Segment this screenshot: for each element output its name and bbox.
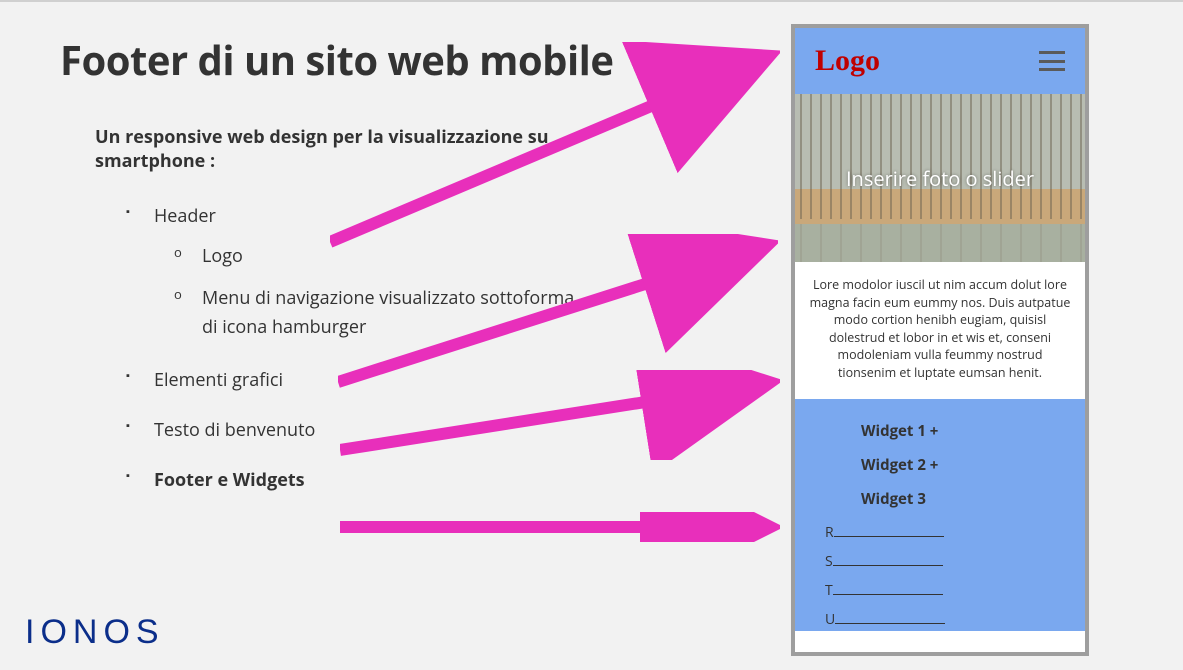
footer-link-r[interactable]: R bbox=[825, 523, 1059, 542]
phone-header: Logo bbox=[795, 28, 1085, 94]
list-item-footer: Footer e Widgets bbox=[126, 468, 680, 492]
footer-links: R S T U bbox=[821, 523, 1059, 629]
hamburger-icon[interactable] bbox=[1039, 51, 1065, 71]
list-item-header: Header Logo Menu di navigazione visualiz… bbox=[126, 204, 680, 342]
list-item-welcome: Testo di benvenuto bbox=[126, 418, 680, 442]
brand-logo: IONOS bbox=[25, 613, 165, 652]
footer-link-t[interactable]: T bbox=[825, 581, 1059, 600]
widget-1[interactable]: Widget 1 + bbox=[821, 421, 1059, 441]
slider-placeholder-text: Inserire foto o slider bbox=[795, 94, 1085, 262]
footer-link-u[interactable]: U bbox=[825, 610, 1059, 629]
widget-2[interactable]: Widget 2 + bbox=[821, 455, 1059, 475]
list-subitem-logo: Logo bbox=[174, 242, 680, 271]
phone-footer: Widget 1 + Widget 2 + Widget 3 R S T U bbox=[795, 399, 1085, 631]
phone-mockup: Logo bbox=[791, 24, 1089, 656]
list-subitem-menu: Menu di navigazione visualizzato sottofo… bbox=[174, 284, 594, 342]
phone-welcome-text: Lore modolor iuscil ut nim accum dolut l… bbox=[795, 262, 1085, 399]
widget-3[interactable]: Widget 3 bbox=[821, 489, 1059, 509]
footer-link-s[interactable]: S bbox=[825, 552, 1059, 571]
list-item-graphics: Elementi grafici bbox=[126, 368, 680, 392]
page-title: Footer di un sito web mobile bbox=[60, 32, 680, 87]
page-subtitle: Un responsive web design per la visualiz… bbox=[95, 125, 555, 174]
phone-logo: Logo bbox=[815, 44, 880, 78]
list-item-label: Header bbox=[154, 204, 216, 228]
phone-slider: Inserire foto o slider bbox=[795, 94, 1085, 262]
